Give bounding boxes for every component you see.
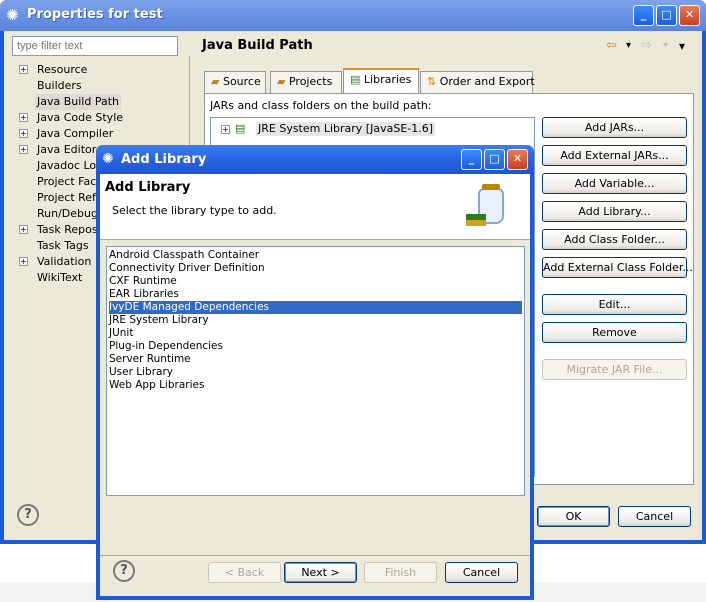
list-item[interactable]: IvyDE Managed Dependencies — [108, 300, 523, 315]
tree-item-label: WikiText — [37, 271, 83, 284]
tree-item-label: Builders — [37, 79, 82, 92]
back-button[interactable]: < Back — [208, 562, 281, 583]
back-menu-chevron-icon[interactable]: ▾ — [626, 40, 631, 51]
jre-library-label: JRE System Library [JavaSE-1.6] — [256, 122, 436, 136]
dialog-header: Add Library Select the library type to a… — [100, 174, 530, 240]
list-item[interactable]: User Library — [109, 366, 522, 379]
dialog-cancel-button[interactable]: Cancel — [445, 562, 518, 583]
remove-button[interactable]: Remove — [542, 322, 687, 343]
dialog-maximize-button[interactable]: □ — [484, 149, 505, 170]
add-jars-button[interactable]: Add JARs... — [542, 117, 687, 138]
list-item[interactable]: Android Classpath Container — [109, 249, 522, 262]
expand-icon[interactable]: + — [19, 225, 28, 234]
list-item[interactable]: Web App Libraries — [109, 379, 522, 392]
add-external-class-folder-button[interactable]: Add External Class Folder... — [542, 257, 693, 278]
dialog-titlebar[interactable]: ✺ Add Library _ □ ✕ — [96, 145, 534, 174]
expand-icon[interactable]: + — [19, 129, 28, 138]
expand-icon[interactable]: + — [19, 257, 28, 266]
dialog-title: Add Library — [121, 152, 207, 167]
eclipse-gear-icon: ✺ — [102, 151, 114, 167]
dialog-close-button[interactable]: ✕ — [507, 149, 528, 170]
close-button[interactable]: ✕ — [679, 5, 700, 26]
list-item[interactable]: JUnit — [109, 327, 522, 340]
tree-item-label: Project Refe — [37, 191, 103, 204]
cancel-button[interactable]: Cancel — [618, 506, 691, 527]
jars-label: JARs and class folders on the build path… — [210, 99, 432, 112]
eclipse-gear-icon: ✺ — [6, 6, 19, 24]
library-type-list[interactable]: Android Classpath Container Connectivity … — [106, 246, 525, 496]
finish-button[interactable]: Finish — [364, 562, 437, 583]
view-menu-icon[interactable]: ▾ — [679, 39, 685, 53]
tab-order-and-export[interactable]: ⇅ Order and Export — [420, 71, 535, 93]
order-export-icon: ⇅ — [427, 75, 437, 88]
add-class-folder-button[interactable]: Add Class Folder... — [542, 229, 687, 250]
edit-button[interactable]: Edit... — [542, 294, 687, 315]
add-variable-button[interactable]: Add Variable... — [542, 173, 687, 194]
expand-icon[interactable]: + — [19, 65, 28, 74]
tree-item-label: Task Tags — [37, 239, 89, 252]
tab-projects[interactable]: ▰ Projects — [270, 71, 342, 93]
tree-item-label: Java Editor — [37, 143, 97, 156]
help-icon[interactable]: ? — [17, 504, 39, 526]
dialog-help-icon[interactable]: ? — [113, 560, 135, 582]
next-button[interactable]: Next > — [284, 562, 357, 583]
ok-button[interactable]: OK — [537, 506, 610, 527]
expand-icon[interactable]: + — [19, 145, 28, 154]
tree-item-label: Resource — [37, 63, 88, 76]
tree-item-label: Java Compiler — [37, 127, 114, 140]
list-item[interactable]: CXF Runtime — [109, 275, 522, 288]
tree-item-label: Java Build Path — [35, 94, 122, 110]
add-library-button[interactable]: Add Library... — [542, 201, 687, 222]
maximize-button[interactable]: □ — [656, 5, 677, 26]
minimize-button[interactable]: _ — [633, 5, 654, 26]
dialog-minimize-button[interactable]: _ — [461, 149, 482, 170]
list-item[interactable]: Connectivity Driver Definition — [109, 262, 522, 275]
list-item[interactable]: EAR Libraries — [109, 288, 522, 301]
add-external-jars-button[interactable]: Add External JARs... — [542, 145, 687, 166]
tree-item-label: Validation — [37, 255, 92, 268]
expand-icon[interactable]: + — [19, 113, 28, 122]
dialog-heading: Add Library — [105, 180, 191, 195]
back-arrow-icon[interactable]: ⇦ — [606, 38, 617, 53]
projects-folder-icon: ▰ — [277, 75, 286, 88]
source-folder-icon: ▰ — [211, 75, 220, 88]
list-item[interactable]: Plug-in Dependencies — [109, 340, 522, 353]
libraries-books-icon: ▤ — [350, 73, 361, 86]
filter-input[interactable] — [12, 36, 178, 56]
window-title: Properties for test — [27, 7, 163, 22]
forward-menu-chevron-icon[interactable]: ▾ — [663, 40, 668, 51]
list-item[interactable]: Server Runtime — [109, 353, 522, 366]
tab-source[interactable]: ▰ Source — [204, 71, 266, 93]
dialog-instruction: Select the library type to add. — [112, 204, 277, 217]
tree-item-label: Project Face — [37, 175, 104, 188]
properties-titlebar[interactable]: ✺ Properties for test _ □ ✕ — [0, 0, 706, 31]
library-jar-banner-icon — [464, 180, 524, 234]
forward-arrow-icon[interactable]: ⇨ — [641, 38, 652, 53]
migrate-jar-button[interactable]: Migrate JAR File... — [542, 359, 687, 380]
list-item[interactable]: JRE System Library — [109, 314, 522, 327]
library-books-icon: ▤ — [235, 122, 246, 135]
page-title: Java Build Path — [202, 38, 313, 53]
expand-icon[interactable]: + — [221, 125, 230, 134]
tab-libraries[interactable]: ▤ Libraries — [343, 68, 419, 93]
tree-item-label: Java Code Style — [37, 111, 124, 124]
dialog-separator — [100, 555, 530, 556]
